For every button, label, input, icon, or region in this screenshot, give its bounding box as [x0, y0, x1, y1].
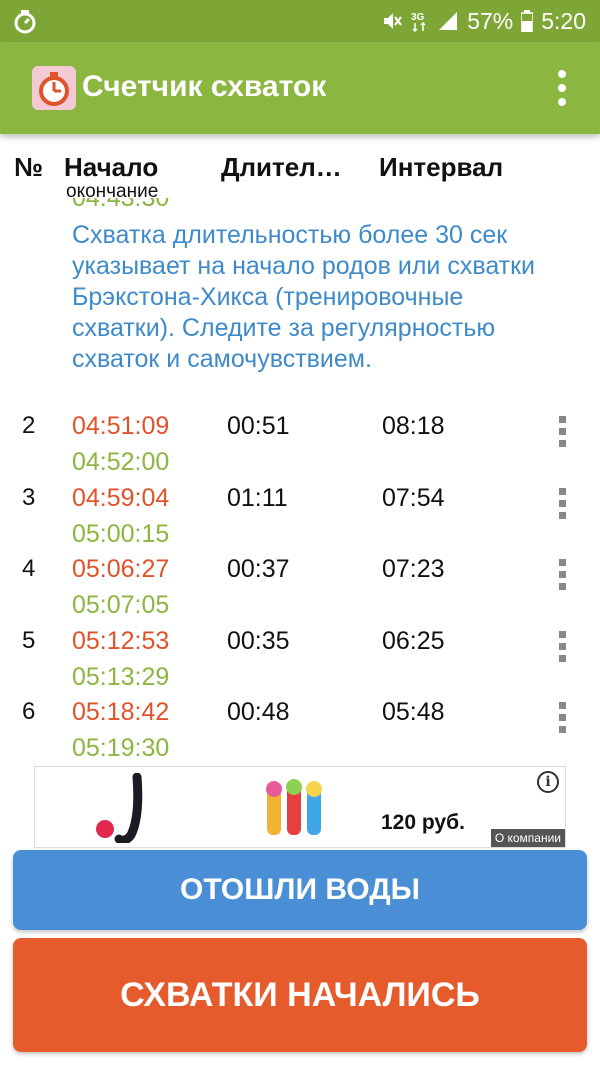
row-start-time: 05:18:42 [72, 698, 170, 726]
row-duration: 00:48 [227, 698, 290, 726]
row-duration: 01:11 [227, 484, 288, 512]
table-row: 2 04:51:09 04:52:00 00:51 08:18 [0, 412, 600, 484]
table-row: 3 04:59:04 05:00:15 01:11 07:54 [0, 484, 600, 556]
ad-banner[interactable]: 120 руб. i О компании [34, 766, 566, 848]
battery-percent: 57% [467, 7, 514, 34]
row-menu-icon[interactable] [556, 559, 568, 593]
row-interval: 08:18 [382, 412, 445, 440]
clipped-time: 04:43:30 [72, 198, 170, 212]
row-number: 5 [22, 627, 36, 654]
water-broke-button[interactable]: ОТОШЛИ ВОДЫ [13, 850, 587, 930]
row-menu-icon[interactable] [556, 488, 568, 522]
column-header-interval: Интервал [379, 152, 504, 182]
row-duration: 00:35 [227, 627, 290, 655]
row-menu-icon[interactable] [556, 416, 568, 450]
row-interval: 07:23 [382, 555, 445, 583]
row-end-time: 05:07:05 [72, 591, 170, 619]
row-menu-icon[interactable] [556, 631, 568, 665]
table-row: 5 05:12:53 05:13:29 00:35 06:25 [0, 627, 600, 699]
clock: 5:20 [541, 7, 586, 34]
row-start-time: 04:59:04 [72, 484, 170, 512]
app-notification-icon [14, 10, 36, 34]
ad-brand-logo-icon [96, 773, 143, 843]
row-end-time: 05:00:15 [72, 520, 170, 548]
row-menu-icon[interactable] [556, 702, 568, 736]
network-3g-icon: 3G [411, 12, 426, 33]
signal-icon [439, 12, 458, 30]
contractions-started-button[interactable]: СХВАТКИ НАЧАЛИСЬ [13, 938, 587, 1052]
row-duration: 00:51 [227, 412, 290, 440]
row-start-time: 05:06:27 [72, 555, 170, 583]
status-bar: 3G 57% 5:20 [0, 0, 600, 42]
column-header-start: Начало [64, 152, 159, 182]
row-number: 2 [22, 412, 36, 439]
row-duration: 00:37 [227, 555, 290, 583]
app-title: Счетчик схваток [82, 70, 327, 103]
ad-product-image [215, 775, 375, 841]
app-bar: Счетчик схваток [0, 42, 600, 134]
table-row: 4 05:06:27 05:07:05 00:37 07:23 [0, 555, 600, 627]
row-number: 3 [22, 484, 36, 511]
status-icons: 3G 57% 5:20 [381, 6, 586, 36]
ad-info-icon[interactable]: i [537, 771, 559, 793]
battery-icon [521, 10, 534, 32]
overflow-menu-icon[interactable] [554, 70, 570, 110]
table-row: 6 05:18:42 05:19:30 00:48 05:48 [0, 698, 600, 764]
row-interval: 06:25 [382, 627, 445, 655]
info-message: Схватка длительностью более 30 сек указы… [72, 221, 536, 373]
row-start-time: 05:12:53 [72, 627, 170, 655]
column-header-duration: Длител… [221, 152, 342, 182]
row-interval: 05:48 [382, 698, 445, 726]
row-start-time: 04:51:09 [72, 412, 170, 440]
column-header-num: № [14, 152, 43, 182]
row-end-time: 04:52:00 [72, 448, 170, 476]
row-end-time: 05:19:30 [72, 734, 170, 762]
row-interval: 07:54 [382, 484, 445, 512]
ad-price: 120 руб. [381, 811, 465, 834]
row-end-time: 05:13:29 [72, 663, 170, 691]
row-number: 4 [22, 555, 36, 582]
mute-icon [384, 13, 402, 29]
contractions-list[interactable]: 04:43:30 Схватка длительностью более 30 … [0, 198, 600, 764]
svg-text:3G: 3G [411, 12, 425, 23]
ad-company-link[interactable]: О компании [490, 829, 565, 847]
stopwatch-logo-icon [32, 66, 76, 110]
row-number: 6 [22, 698, 36, 725]
